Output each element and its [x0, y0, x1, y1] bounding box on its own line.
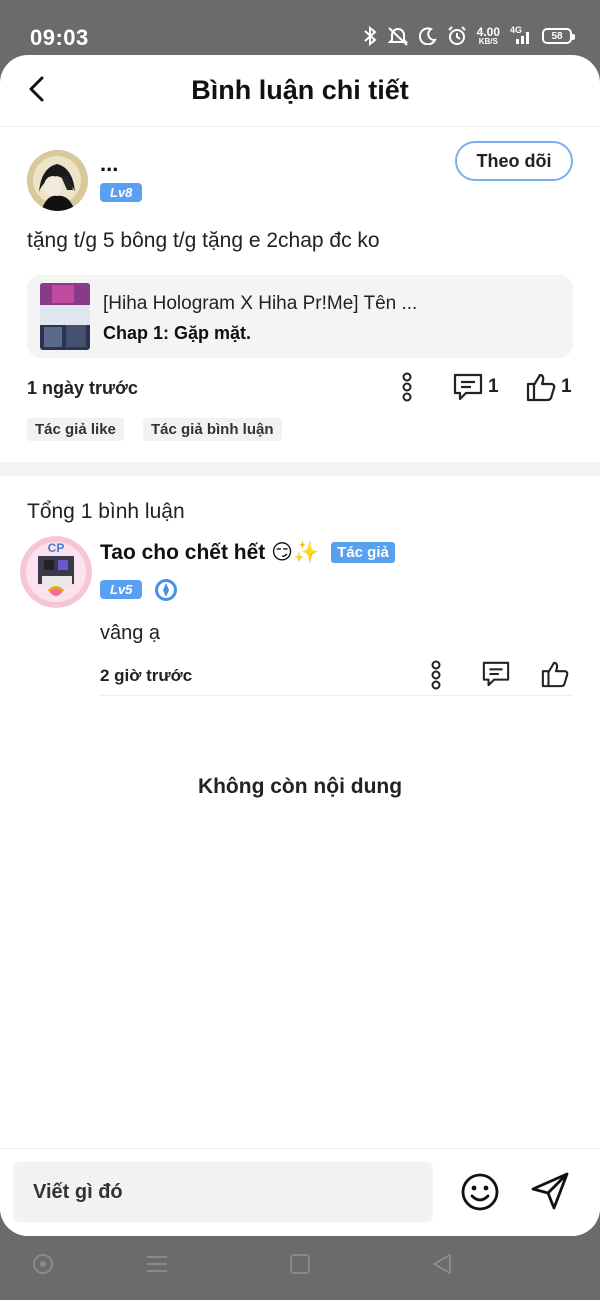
- tag-author-liked: Tác giả like: [27, 418, 124, 441]
- like-count: 1: [561, 376, 572, 397]
- tag-author-commented: Tác giả bình luận: [143, 418, 282, 441]
- comment-detail-sheet: Bình luận chi tiết ... Lv8 Theo dõi tặng…: [0, 55, 600, 1236]
- alarm-icon: [447, 26, 466, 45]
- post-text: tặng t/g 5 bông t/g tặng e 2chap đc ko: [27, 229, 380, 252]
- mute-icon: [387, 27, 409, 46]
- nav-assistant-button[interactable]: [31, 1252, 55, 1281]
- comment-author-name[interactable]: Tao cho chết hết 😏✨ Tác giả: [100, 540, 395, 565]
- comment-meta-row: 2 giờ trước: [100, 656, 573, 696]
- send-icon: [531, 1172, 569, 1210]
- moon-icon: [418, 27, 437, 45]
- svg-text:CP: CP: [48, 541, 65, 555]
- signal-icon: 4G: [510, 25, 532, 45]
- header: Bình luận chi tiết: [0, 55, 600, 127]
- comment-more-button[interactable]: [426, 660, 446, 690]
- comment-like-button[interactable]: [540, 660, 570, 688]
- reply-button[interactable]: 1: [452, 372, 499, 402]
- post-time: 1 ngày trước: [27, 378, 138, 398]
- comments-total: Tổng 1 bình luận: [27, 500, 185, 523]
- avatar[interactable]: CP: [20, 536, 92, 608]
- status-bar: 09:03 4.00 KB/S 4G 58: [0, 0, 600, 56]
- network-speed: 4.00 KB/S: [476, 25, 500, 46]
- verified-icon: [154, 578, 178, 607]
- main-post: ... Lv8 Theo dõi tặng t/g 5 bông t/g tặn…: [0, 127, 600, 450]
- thumbs-up-icon: [541, 661, 569, 688]
- comment-text: vâng ạ: [100, 622, 161, 644]
- post-author-row: ... Lv8 Theo dõi: [27, 127, 573, 217]
- battery-icon: 58: [542, 28, 575, 44]
- comment-item: CP Tao cho chết hết 😏✨ Tác giả Lv5 vâng …: [20, 524, 573, 714]
- post-author-name[interactable]: ...: [100, 151, 118, 177]
- menu-icon: [147, 1256, 167, 1272]
- smiley-icon: [461, 1173, 499, 1211]
- send-button[interactable]: [528, 1169, 572, 1218]
- avatar[interactable]: [27, 150, 88, 211]
- nav-menu-button[interactable]: [145, 1252, 169, 1281]
- system-nav-bar: [0, 1236, 600, 1300]
- chapter-title: [Hiha Hologram X Hiha Pr!Me] Tên ...: [103, 293, 418, 314]
- section-divider: [0, 462, 600, 476]
- follow-button[interactable]: Theo dõi: [455, 141, 573, 181]
- post-tags: Tác giả like Tác giả bình luận: [27, 418, 573, 450]
- comment-time: 2 giờ trước: [100, 666, 193, 685]
- chapter-subtitle: Chap 1: Gặp mặt.: [103, 323, 252, 343]
- like-button[interactable]: 1: [525, 372, 572, 402]
- reply-count: 1: [488, 376, 499, 397]
- status-time: 09:03: [30, 25, 89, 50]
- triangle-back-icon: [433, 1254, 451, 1274]
- page-title: Bình luận chi tiết: [191, 75, 409, 105]
- emoji-button[interactable]: [459, 1171, 501, 1218]
- chapter-thumbnail: [40, 283, 90, 350]
- level-badge: Lv8: [100, 183, 143, 202]
- level-badge: Lv5: [100, 580, 143, 599]
- comment-icon: [453, 373, 483, 401]
- nav-home-button[interactable]: [288, 1252, 312, 1281]
- comments-section: Tổng 1 bình luận CP Tao cho chết hết 😏✨: [0, 476, 600, 714]
- chapter-card[interactable]: [Hiha Hologram X Hiha Pr!Me] Tên ... Cha…: [27, 275, 573, 358]
- comment-input[interactable]: [13, 1162, 433, 1222]
- comment-icon: [482, 661, 510, 687]
- status-icons: 4.00 KB/S 4G 58: [363, 22, 575, 50]
- end-of-content: Không còn nội dung: [197, 775, 403, 798]
- square-icon: [290, 1254, 310, 1274]
- target-icon: [33, 1254, 53, 1274]
- more-button[interactable]: [397, 372, 417, 402]
- comment-input-bar: [0, 1148, 600, 1236]
- post-meta-row: 1 ngày trước 1 1: [27, 358, 573, 418]
- author-tag: Tác giả: [331, 542, 395, 563]
- more-vertical-icon: [402, 372, 412, 402]
- nav-back-button[interactable]: [430, 1252, 454, 1281]
- bluetooth-icon: [363, 26, 377, 46]
- thumbs-up-icon: [526, 373, 556, 402]
- more-vertical-icon: [431, 660, 441, 690]
- comment-reply-button[interactable]: [481, 660, 511, 688]
